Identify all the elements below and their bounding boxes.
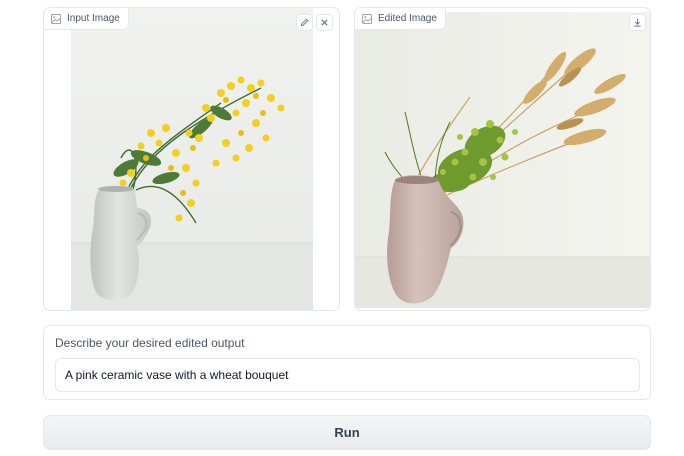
clear-image-button[interactable] xyxy=(316,14,333,31)
run-button[interactable]: Run xyxy=(43,415,651,450)
edited-image-label: Edited Image xyxy=(355,8,446,30)
close-icon xyxy=(320,14,329,32)
input-image-label-text: Input Image xyxy=(67,13,120,24)
input-image-panel[interactable]: Input Image xyxy=(43,7,340,311)
edited-image-panel: Edited Image xyxy=(354,7,651,311)
prompt-label: Describe your desired edited output xyxy=(55,336,245,350)
edit-icon xyxy=(300,14,309,32)
input-image-label: Input Image xyxy=(44,8,129,30)
prompt-input[interactable] xyxy=(55,358,640,392)
edited-image-label-text: Edited Image xyxy=(378,13,437,24)
prompt-section: Describe your desired edited output xyxy=(43,325,651,400)
input-image xyxy=(71,8,313,310)
download-icon xyxy=(633,14,642,32)
edit-button[interactable] xyxy=(296,14,313,31)
download-button[interactable] xyxy=(629,14,646,31)
image-icon xyxy=(361,13,372,24)
image-icon xyxy=(50,13,61,24)
edited-image xyxy=(355,12,650,308)
